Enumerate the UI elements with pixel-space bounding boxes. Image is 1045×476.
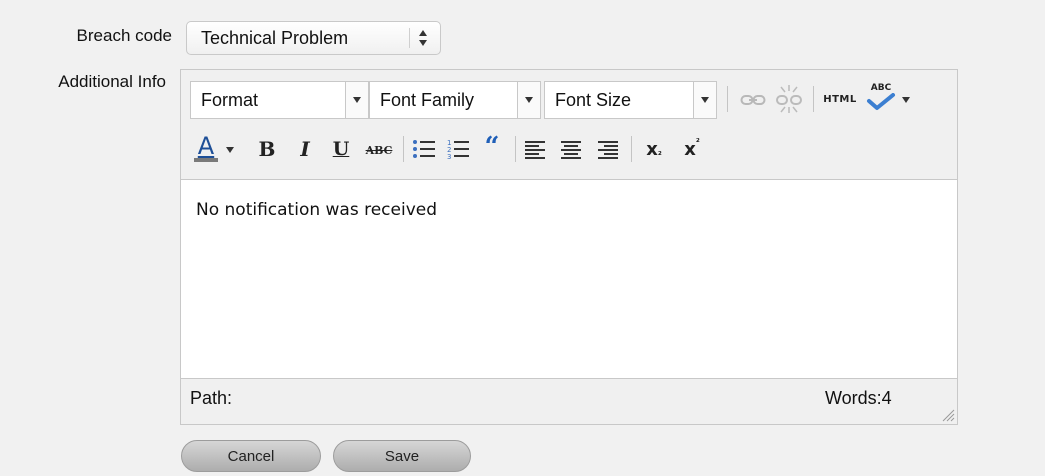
spellcheck-icon	[867, 92, 895, 110]
font-size-select[interactable]: Font Size	[544, 81, 717, 119]
editor-path-label: Path:	[190, 388, 233, 408]
html-source-button[interactable]: HTML	[821, 88, 859, 110]
resize-handle-icon[interactable]	[941, 408, 955, 422]
editor-content-area[interactable]: No notification was received	[181, 179, 957, 379]
rich-text-editor: Format Font Family Font Size HTML ABC A …	[180, 69, 958, 425]
subscript-mark: ₂	[657, 148, 662, 158]
toolbar-divider	[813, 86, 814, 112]
bullet-list-icon[interactable]	[410, 136, 438, 162]
html-source-label: HTML	[823, 93, 857, 105]
subscript-button[interactable]: x₂	[639, 136, 669, 162]
word-count-label: Words:4	[825, 388, 892, 408]
svg-text:A: A	[198, 132, 215, 160]
cancel-button[interactable]: Cancel	[181, 440, 321, 472]
font-size-select-label: Font Size	[555, 89, 632, 110]
superscript-mark: ²	[695, 138, 700, 148]
link-icon[interactable]	[738, 87, 768, 113]
updown-arrows-icon	[419, 30, 427, 46]
superscript-button[interactable]: x²	[677, 136, 707, 162]
align-center-icon[interactable]	[557, 136, 585, 162]
save-button[interactable]: Save	[333, 440, 471, 472]
align-right-icon[interactable]	[594, 136, 622, 162]
chevron-down-icon	[345, 82, 368, 118]
toolbar-divider	[631, 136, 632, 162]
toolbar-divider	[727, 86, 728, 112]
subscript-label: x	[646, 138, 658, 160]
font-family-select-label: Font Family	[380, 89, 475, 110]
chevron-down-icon[interactable]	[899, 90, 913, 110]
font-family-select[interactable]: Font Family	[369, 81, 541, 119]
numbered-list-icon[interactable]: 1 2 3	[444, 136, 472, 162]
bold-button[interactable]: B	[255, 136, 279, 162]
text-color-icon: A	[194, 132, 218, 162]
svg-text:3: 3	[447, 153, 451, 160]
chevron-down-icon	[693, 82, 716, 118]
align-left-icon[interactable]	[521, 136, 549, 162]
format-select-label: Format	[201, 89, 259, 110]
spellcheck-label: ABC	[870, 82, 892, 93]
breach-code-label: Breach code	[76, 26, 172, 45]
chevron-down-icon[interactable]	[223, 140, 237, 160]
select-separator	[409, 28, 410, 48]
breach-code-select[interactable]: Technical Problem	[186, 21, 441, 55]
format-select[interactable]: Format	[190, 81, 369, 119]
italic-button[interactable]: I	[293, 136, 317, 162]
blockquote-button[interactable]: “	[479, 132, 505, 162]
editor-content-text[interactable]: No notification was received	[196, 200, 437, 220]
spellcheck-button[interactable]: ABC	[863, 80, 899, 114]
text-color-button[interactable]: A	[191, 130, 221, 166]
toolbar-divider	[403, 136, 404, 162]
chevron-down-icon	[517, 82, 540, 118]
toolbar-divider	[515, 136, 516, 162]
superscript-label: x	[684, 138, 696, 160]
unlink-icon[interactable]	[773, 83, 805, 115]
additional-info-label: Additional Info	[58, 72, 166, 91]
breach-code-value: Technical Problem	[201, 27, 349, 48]
strikethrough-button[interactable]: ABC	[364, 140, 394, 160]
underline-button[interactable]: U	[329, 136, 353, 162]
